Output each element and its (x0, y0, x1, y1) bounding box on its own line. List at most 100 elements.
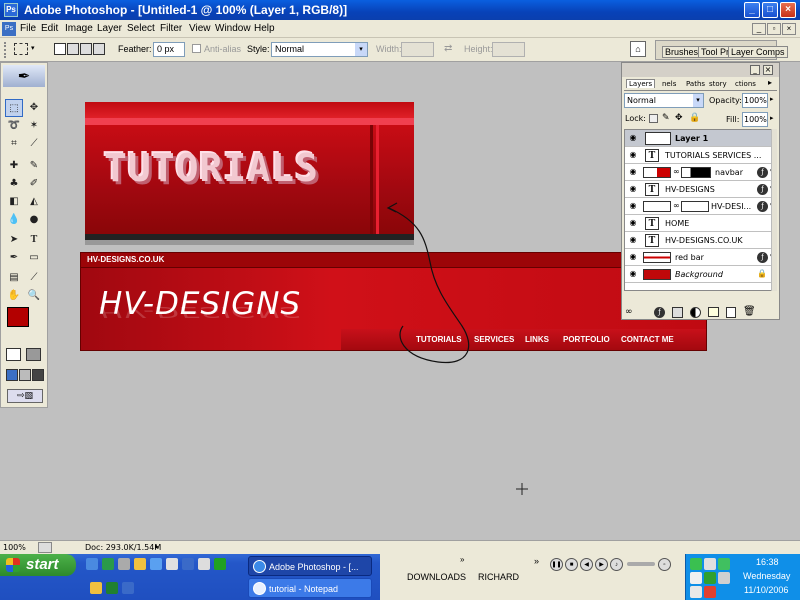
eye-icon[interactable]: ◉ (627, 133, 639, 144)
quicklaunch-icon[interactable] (214, 558, 226, 570)
quicklaunch-icon[interactable] (118, 558, 130, 570)
layer-row-red-bar[interactable]: ◉ red bar ƒ ▾ (625, 249, 774, 266)
palette-minimize-button[interactable]: _ (750, 65, 760, 75)
type-layer-icon: T (645, 217, 659, 230)
layer-effects-icon[interactable]: ƒ (757, 252, 768, 263)
link-icon: ∞ (673, 167, 680, 176)
trash-icon[interactable]: 🗑 (743, 306, 756, 317)
layer-row-background[interactable]: ◉ Background 🔒 (625, 266, 774, 283)
layer-effects-icon[interactable]: ƒ (757, 184, 768, 195)
tray-shield-icon[interactable] (704, 586, 716, 598)
opacity-input[interactable]: 100% (742, 93, 768, 108)
layer-row-hv-designs-masked[interactable]: ◉ ∞ HV-DESI... ƒ ▾ (625, 198, 774, 215)
add-mask-icon[interactable] (672, 307, 683, 318)
lock-label: Lock: (625, 114, 646, 123)
layers-scrollbar[interactable] (771, 129, 777, 291)
media-restore-icon[interactable]: ▫ (658, 558, 671, 571)
blend-mode-select[interactable]: Normal ▾ (624, 93, 704, 108)
quicklaunch-icon[interactable] (122, 582, 134, 594)
start-button[interactable]: start (0, 554, 76, 576)
media-stop-icon[interactable]: ■ (565, 558, 578, 571)
layer-row-layer1[interactable]: ◉ Layer 1 (625, 130, 774, 147)
toolbar-richard[interactable]: RICHARD (478, 572, 519, 582)
layer-thumbnail (645, 132, 671, 145)
quicklaunch-folder-icon[interactable] (134, 558, 146, 570)
layer-row-tutorials-text[interactable]: ◉ T TUTORIALS SERVICES ... (625, 147, 774, 164)
lock-transparency-icon[interactable] (649, 114, 658, 123)
taskbar: start Adobe Photoshop - [... tutorial - … (0, 554, 800, 600)
tray-icon[interactable] (718, 572, 730, 584)
layer-thumbnail (643, 269, 671, 280)
opacity-slider-icon[interactable]: ▸ (770, 95, 774, 103)
eye-icon[interactable]: ◉ (627, 201, 639, 212)
fill-slider-icon[interactable]: ▸ (770, 114, 774, 122)
eye-icon[interactable]: ◉ (627, 150, 639, 161)
tab-channels[interactable]: nels (662, 80, 676, 88)
quicklaunch-icon[interactable] (102, 558, 114, 570)
task-photoshop[interactable]: Adobe Photoshop - [... (248, 556, 372, 576)
media-next-icon[interactable]: ▶ (595, 558, 608, 571)
eye-icon[interactable]: ◉ (627, 184, 639, 195)
tab-layers[interactable]: Layers (626, 79, 656, 88)
lock-pixels-icon[interactable]: ✎ (662, 113, 670, 123)
eye-icon[interactable]: ◉ (627, 218, 639, 229)
eye-icon[interactable]: ◉ (627, 167, 639, 178)
eye-icon[interactable]: ◉ (627, 235, 639, 246)
layer-row-url-text[interactable]: ◉ T HV-DESIGNS.CO.UK (625, 232, 774, 249)
quicklaunch-icon[interactable] (90, 582, 102, 594)
layer-row-hv-designs-text[interactable]: ◉ T HV-DESIGNS ƒ ▾ (625, 181, 774, 198)
tray-icon[interactable] (704, 572, 716, 584)
start-label: start (26, 556, 59, 573)
quicklaunch-icon[interactable] (106, 582, 118, 594)
tab-actions[interactable]: ctions (735, 80, 756, 88)
palette-close-button[interactable]: × (763, 65, 773, 75)
link-layers-icon[interactable]: ∞ (625, 307, 633, 317)
new-layer-icon[interactable] (726, 307, 736, 318)
toolbar-area: DOWNLOADS » RICHARD (380, 554, 530, 600)
eye-icon[interactable]: ◉ (627, 252, 639, 263)
tab-paths[interactable]: Paths (686, 80, 705, 88)
zoom-level[interactable]: 100% (3, 543, 26, 552)
toolbar-expand-icon[interactable]: » (534, 556, 539, 566)
quicklaunch-icon[interactable] (198, 558, 210, 570)
quicklaunch-icon[interactable] (150, 558, 162, 570)
tray-icon[interactable] (718, 558, 730, 570)
quicklaunch-ie-icon[interactable] (86, 558, 98, 570)
crosshair-cursor-icon (516, 483, 528, 495)
quicklaunch-icon[interactable] (166, 558, 178, 570)
layer-row-home-text[interactable]: ◉ T HOME (625, 215, 774, 232)
chevron-down-icon[interactable]: ▾ (693, 94, 703, 107)
lock-position-icon[interactable]: ✥ (675, 113, 683, 123)
toolbar-downloads[interactable]: DOWNLOADS (407, 572, 466, 582)
layer-name: TUTORIALS SERVICES ... (665, 151, 762, 160)
fill-input[interactable]: 100% (742, 112, 768, 127)
layer-name: HV-DESIGNS.CO.UK (665, 236, 743, 245)
layer-thumbnail (643, 252, 671, 263)
quicklaunch-icon[interactable] (182, 558, 194, 570)
media-mute-icon[interactable]: ♪ (610, 558, 623, 571)
toolbar-expand-icon[interactable]: » (460, 555, 464, 564)
tray-icon[interactable] (690, 558, 702, 570)
adjustment-layer-icon[interactable] (690, 307, 701, 318)
volume-slider[interactable] (627, 562, 655, 566)
media-prev-icon[interactable]: ◀ (580, 558, 593, 571)
new-group-icon[interactable] (708, 307, 719, 317)
tray-icon[interactable] (690, 586, 702, 598)
lock-all-icon[interactable]: 🔒 (689, 113, 700, 123)
task-notepad[interactable]: tutorial - Notepad (248, 578, 372, 598)
palette-menu-icon[interactable]: ▸ (768, 78, 772, 87)
layer-row-navbar[interactable]: ◉ ∞ navbar ƒ ▾ (625, 164, 774, 181)
add-layer-style-icon[interactable]: ƒ (654, 307, 665, 318)
eye-icon[interactable]: ◉ (627, 269, 639, 280)
status-menu-icon[interactable]: ▸ (155, 542, 159, 551)
tray-icon[interactable] (690, 572, 702, 584)
layers-list: ◉ Layer 1 ◉ T TUTORIALS SERVICES ... ◉ ∞… (624, 129, 775, 291)
layer-name: red bar (675, 253, 704, 262)
layer-effects-icon[interactable]: ƒ (757, 201, 768, 212)
tray-icon[interactable] (704, 558, 716, 570)
status-icon[interactable] (38, 542, 52, 553)
clock-time[interactable]: 16:38 (756, 557, 779, 567)
tab-history[interactable]: story (709, 80, 727, 88)
layer-effects-icon[interactable]: ƒ (757, 167, 768, 178)
media-pause-icon[interactable]: ❚❚ (550, 558, 563, 571)
